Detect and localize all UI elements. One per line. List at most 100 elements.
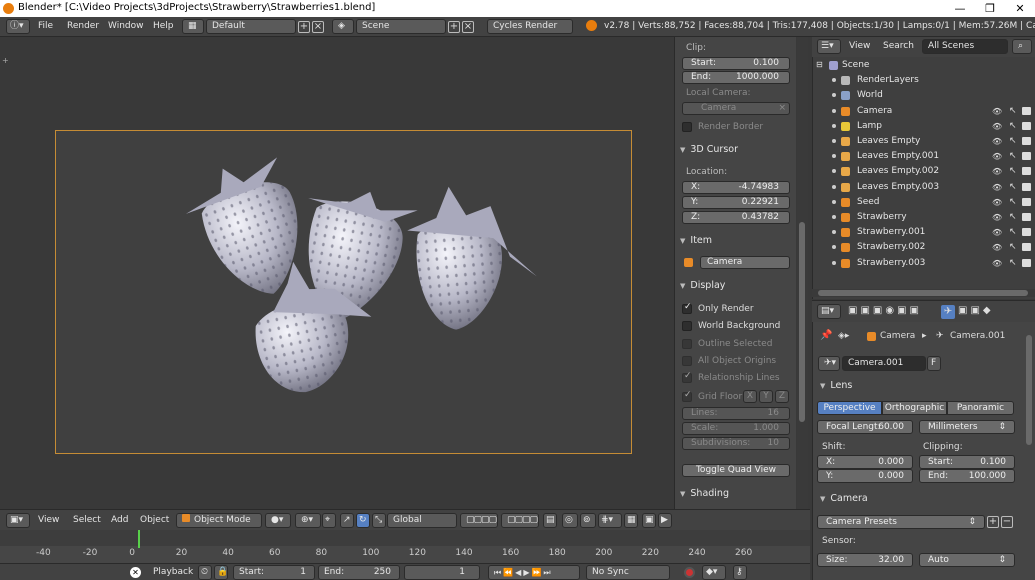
sensor-fit-selector[interactable]: Auto ⇕ [919,553,1015,567]
pivot-point-icon[interactable]: ⊕▾ [295,513,321,528]
renderability-camera-icon[interactable] [1022,197,1031,206]
grid-lines-field[interactable]: Lines: 16 [682,407,790,420]
collapse-icon[interactable]: ⊟ [816,60,823,69]
rotate-manipulator-icon[interactable]: ↻ [356,513,370,528]
grid-scale-field[interactable]: Scale: 1.000 [682,422,790,435]
expand-dot-icon[interactable] [832,260,836,265]
visibility-eye-icon[interactable]: 👁 [992,107,1002,116]
remove-scene-icon[interactable]: × [462,21,474,33]
renderability-camera-icon[interactable] [1022,258,1031,267]
only-render-checkbox[interactable] [682,302,692,314]
visibility-eye-icon[interactable]: 👁 [992,259,1002,268]
properties-extra-tabs-icon[interactable]: ▣▣◆ [958,305,994,316]
selectability-arrow-icon[interactable]: ↖ [1009,121,1017,131]
menu-render[interactable]: Render [67,21,99,31]
expand-dot-icon[interactable] [832,169,836,174]
renderability-camera-icon[interactable] [1022,152,1031,161]
sensor-size-field[interactable]: Size: 32.00 [817,553,913,567]
outliner-item-name[interactable]: Seed [857,197,880,207]
properties-editor-icon[interactable]: ▤▾ [817,304,841,319]
editor-type-info-icon[interactable]: ⓘ▾ [6,19,30,34]
outliner-row[interactable]: Seed 👁 ↖ [812,195,1035,210]
viewport-plus-icon[interactable]: + [2,56,9,65]
clear-local-camera-icon[interactable]: × [778,103,786,114]
renderability-camera-icon[interactable] [1022,121,1031,130]
all-object-origins-checkbox[interactable] [682,356,692,366]
clipping-end-field[interactable]: End: 100.000 [919,469,1015,483]
outliner-item-name[interactable]: Leaves Empty.003 [857,182,939,192]
opengl-render-icon[interactable]: ▶ [658,513,672,528]
layout-icon[interactable]: ▦ [182,19,204,34]
outliner-item-name[interactable]: Leaves Empty [857,136,920,146]
outliner-row[interactable]: ⊟ Scene [812,58,1035,73]
object-mode-selector[interactable]: Object Mode [176,513,262,528]
section-camera[interactable]: Camera [820,493,867,504]
section-item[interactable]: Item [680,235,712,246]
outliner-editor-icon[interactable]: ☰▾ [817,39,841,54]
orientation-selector[interactable]: Global [387,513,457,528]
selectability-arrow-icon[interactable]: ↖ [1009,227,1017,237]
lock-range-icon[interactable]: 🔒 [214,565,228,580]
camera-datablock-icon[interactable]: ✈▾ [818,356,840,371]
grid-axis-y-toggle[interactable]: Y [759,390,773,403]
item-name-field[interactable]: Camera [700,256,790,269]
outliner-item-name[interactable]: World [857,90,883,100]
selectability-arrow-icon[interactable]: ↖ [1009,151,1017,161]
expand-dot-icon[interactable] [832,245,836,250]
expand-dot-icon[interactable] [832,184,836,189]
world-background-checkbox[interactable] [682,321,692,331]
visibility-eye-icon[interactable]: 👁 [992,152,1002,161]
menu-window[interactable]: Window [108,21,144,31]
selectability-arrow-icon[interactable]: ↖ [1009,166,1017,176]
outliner-row[interactable]: Lamp 👁 ↖ [812,119,1035,134]
properties-scrollbar[interactable] [1026,335,1032,445]
outliner-item-name[interactable]: Scene [842,60,869,70]
expand-dot-icon[interactable] [832,78,836,83]
outline-selected-checkbox[interactable] [682,339,692,349]
viewport-shading-icon[interactable]: ●▾ [265,513,291,528]
outliner-row[interactable]: Leaves Empty.002 👁 ↖ [812,164,1035,179]
outliner-row[interactable]: Strawberry.003 👁 ↖ [812,256,1035,271]
expand-dot-icon[interactable] [832,199,836,204]
visibility-eye-icon[interactable]: 👁 [992,137,1002,146]
lens-panoramic-button[interactable]: Panoramic [947,401,1014,415]
clipping-start-field[interactable]: Start: 0.100 [919,455,1015,469]
clip-start-field[interactable]: Start: 0.100 [682,57,790,70]
outliner-search-icon[interactable]: ⌕ [1012,39,1032,54]
sync-mode-selector[interactable]: No Sync [586,565,670,580]
section-display[interactable]: Display [680,280,725,291]
translate-manipulator-icon[interactable]: ↗ [340,513,354,528]
close-button[interactable]: ✕ [1005,0,1035,17]
expand-dot-icon[interactable] [832,230,836,235]
layers-block-1-icon[interactable]: ▢▢▢▢▢ [460,513,498,528]
snap-target-icon[interactable]: ▦ [624,513,638,528]
local-camera-field[interactable]: Camera × [682,102,790,115]
visibility-eye-icon[interactable]: 👁 [992,213,1002,222]
outliner-row[interactable]: World [812,88,1035,103]
add-scene-icon[interactable]: + [448,21,460,33]
outliner-row[interactable]: Leaves Empty 👁 ↖ [812,134,1035,149]
selectability-arrow-icon[interactable]: ↖ [1009,258,1017,268]
expand-dot-icon[interactable] [832,108,836,113]
cursor-x-field[interactable]: X: -4.74983 [682,181,790,194]
layers-block-2-icon[interactable]: ▢▢▢▢▢ [501,513,539,528]
outliner-item-name[interactable]: Lamp [857,121,882,131]
visibility-eye-icon[interactable]: 👁 [992,167,1002,176]
remove-preset-icon[interactable]: − [1001,516,1013,528]
lens-unit-selector[interactable]: Millimeters ⇕ [919,420,1015,434]
section-lens[interactable]: Lens [820,380,852,391]
scene-icon[interactable]: ◈ [332,19,354,34]
renderability-camera-icon[interactable] [1022,106,1031,115]
lens-perspective-button[interactable]: Perspective [817,401,882,415]
visibility-eye-icon[interactable]: 👁 [992,243,1002,252]
n-panel-scrollbar[interactable] [799,222,805,422]
expand-dot-icon[interactable] [832,154,836,159]
renderability-camera-icon[interactable] [1022,228,1031,237]
outliner-h-scrollbar[interactable] [818,290,1028,296]
menu-help[interactable]: Help [153,21,174,31]
outliner-row[interactable]: Leaves Empty.001 👁 ↖ [812,149,1035,164]
renderability-camera-icon[interactable] [1022,137,1031,145]
3d-view-editor-icon[interactable]: ▣▾ [6,513,30,528]
minimize-button[interactable]: — [945,0,975,17]
clip-end-field[interactable]: End: 1000.000 [682,71,790,84]
